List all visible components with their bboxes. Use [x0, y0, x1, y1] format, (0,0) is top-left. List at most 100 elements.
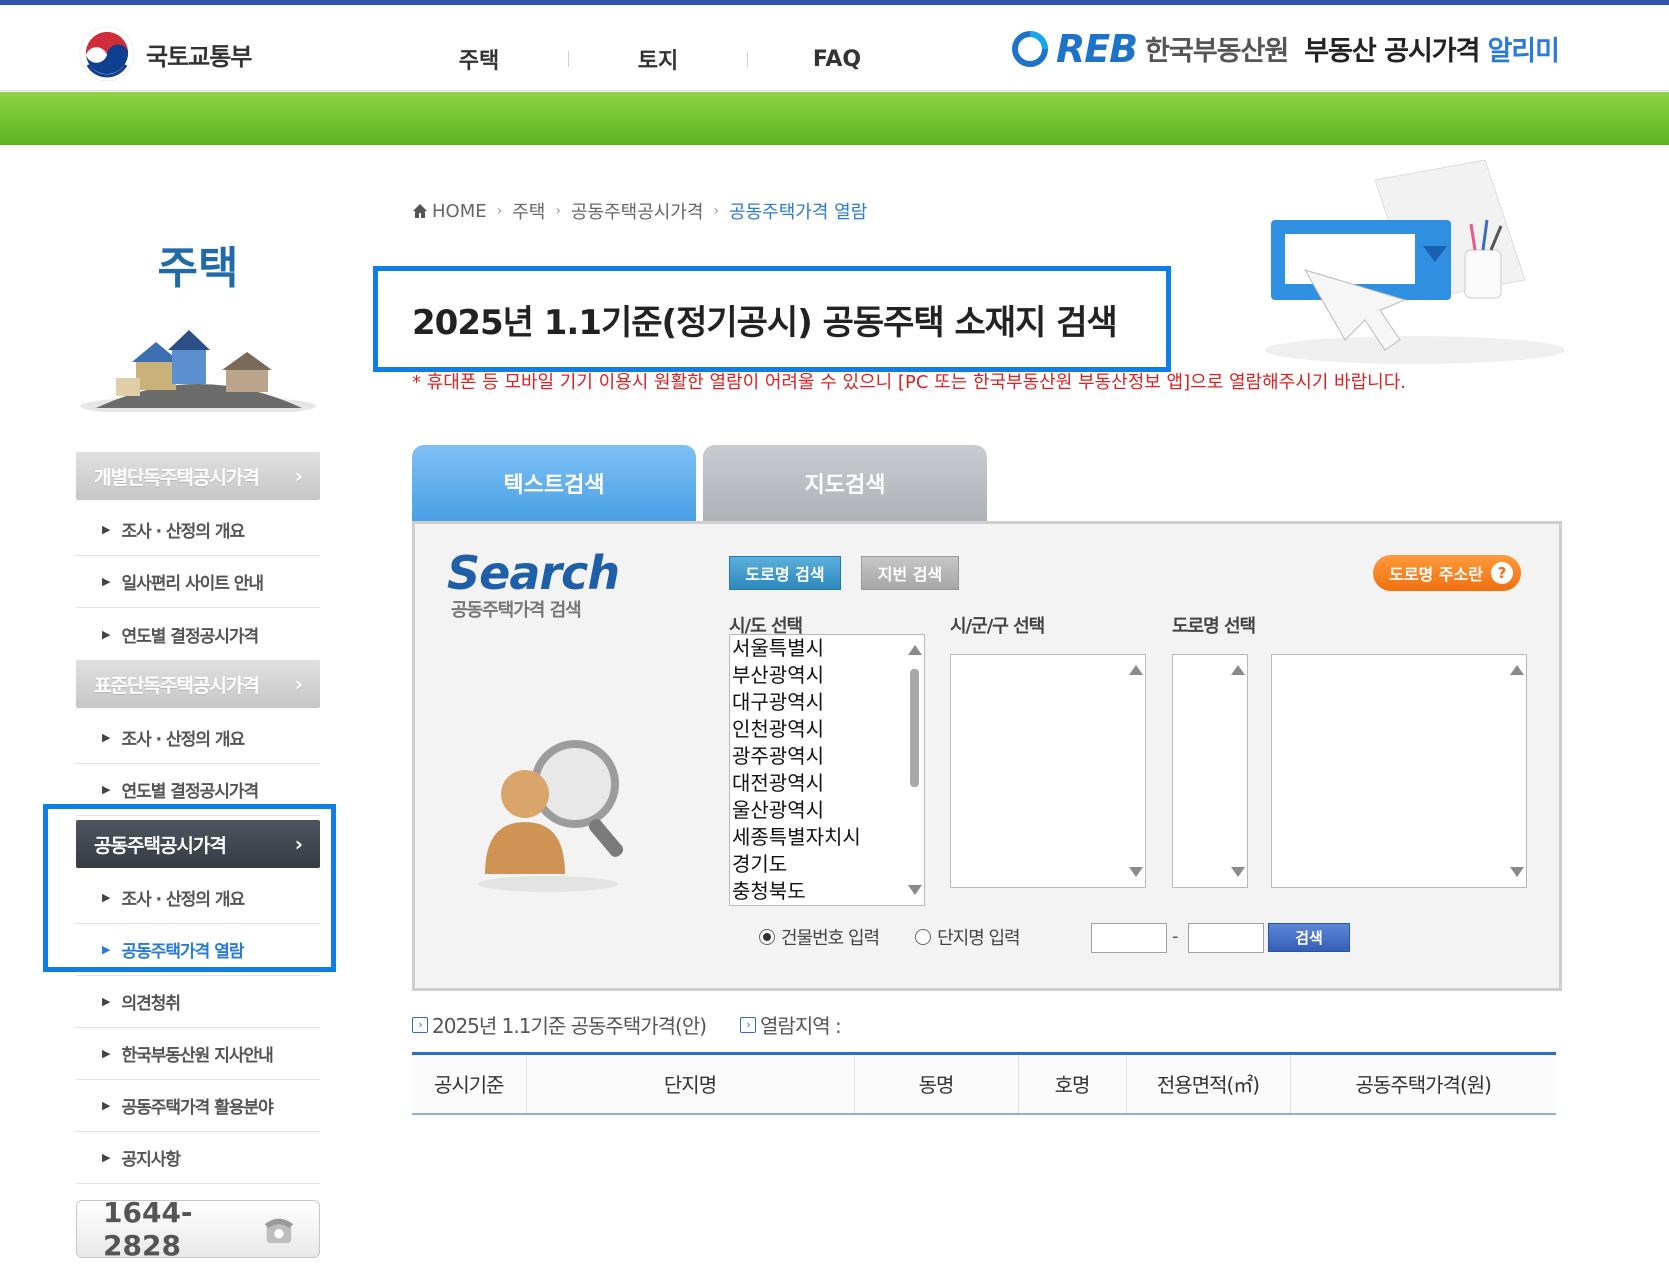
road-name-scrollbar[interactable]	[1506, 655, 1526, 887]
sidebar-item-opinion-hearing[interactable]: ▶ 의견청취	[76, 976, 320, 1028]
sidebar-item-price-usage[interactable]: ▶ 공동주택가격 활용분야	[76, 1080, 320, 1132]
breadcrumb-item[interactable]: 공동주택공시가격	[571, 198, 703, 224]
sidebar-item-notices[interactable]: ▶ 공지사항	[76, 1132, 320, 1184]
sidebar-item-ilsa-site[interactable]: ▶ 일사편리 사이트 안내	[76, 556, 320, 608]
sidebar-item-survey-overview[interactable]: ▶ 조사 · 산정의 개요	[76, 504, 320, 556]
sidebar-item-survey-overview[interactable]: ▶ 조사 · 산정의 개요	[76, 872, 320, 924]
nav-item-faq[interactable]: FAQ	[778, 47, 896, 72]
sido-scrollbar[interactable]	[904, 635, 924, 905]
building-sub-number-input[interactable]	[1188, 923, 1264, 953]
building-main-number-input[interactable]	[1091, 923, 1167, 953]
sidebar-group-standard-house[interactable]: 표준단독주택공시가격 ›	[76, 660, 320, 708]
arrow-box-icon: ›	[412, 1016, 428, 1033]
scroll-down-icon[interactable]	[1129, 867, 1143, 877]
mobile-notice: * 휴대폰 등 모바일 기기 이용시 원활한 열람이 어려울 수 있으니 [PC…	[412, 372, 1407, 393]
sidebar-item-survey-overview[interactable]: ▶ 조사 · 산정의 개요	[76, 712, 320, 764]
nav-item-housing[interactable]: 주택	[420, 43, 538, 75]
arrow-right-icon: ▶	[102, 1151, 111, 1164]
jibun-search-button[interactable]: 지번 검색	[861, 556, 959, 590]
reb-logo[interactable]: REB 한국부동산원 부동산 공시가격 알리미	[1011, 29, 1560, 68]
sidebar-group-individual-house[interactable]: 개별단독주택공시가격 ›	[76, 452, 320, 500]
houses-illustration	[80, 330, 316, 412]
sidebar-item-label: 한국부동산원 지사안내	[121, 1046, 273, 1066]
sidebar-title: 주택	[157, 243, 239, 294]
arrow-right-icon: ▶	[102, 731, 111, 744]
input-type-radio-group: 건물번호 입력 단지명 입력	[759, 924, 1056, 950]
green-banner-bar	[0, 92, 1669, 145]
sidebar-item-label: 공동주택가격 열람	[121, 942, 244, 962]
page-title: 2025년 1.1기준(정기공시) 공동주택 소재지 검색	[412, 303, 1118, 343]
sidebar-item-yearly-price[interactable]: ▶ 연도별 결정공시가격	[76, 764, 320, 816]
sidebar-group-label: 개별단독주택공시가격	[94, 466, 260, 489]
arrow-right-icon: ▶	[102, 943, 111, 956]
main-nav: 주택 토지 FAQ	[420, 43, 896, 75]
scroll-down-icon[interactable]	[908, 885, 922, 895]
site-title-accent: 알리미	[1487, 36, 1560, 67]
site-header: 국토교통부 주택 토지 FAQ REB 한국부동산원 부동산 공시가격 알리미	[0, 5, 1669, 91]
building-number-radio[interactable]	[759, 929, 775, 945]
scroll-down-icon[interactable]	[1231, 867, 1245, 877]
road-address-help-label: 도로명 주소란	[1389, 565, 1483, 584]
scroll-thumb[interactable]	[910, 669, 919, 787]
sido-option[interactable]: 광주광역시	[730, 743, 924, 770]
column-header: 공시기준	[412, 1053, 527, 1114]
breadcrumb-home[interactable]: HOME	[432, 201, 487, 222]
breadcrumb-item[interactable]: 주택	[512, 198, 545, 224]
tab-map-search[interactable]: 지도검색	[703, 445, 987, 521]
road-address-help-button[interactable]: 도로명 주소란 ?	[1373, 555, 1521, 591]
search-button[interactable]: 검색	[1268, 923, 1350, 952]
arrow-right-icon: ▶	[102, 783, 111, 796]
arrow-right-icon: ▶	[102, 1099, 111, 1112]
chevron-right-icon: ›	[294, 464, 303, 488]
sido-option[interactable]: 인천광역시	[730, 716, 924, 743]
breadcrumb-current: 공동주택가격 열람	[729, 202, 868, 223]
arrow-right-icon: ▶	[102, 1047, 111, 1060]
column-header: 전용면적(㎡)	[1126, 1053, 1291, 1114]
tab-text-search[interactable]: 텍스트검색	[412, 445, 696, 521]
sidebar-item-label: 일사편리 사이트 안내	[121, 574, 264, 594]
sidebar-group-label: 공동주택공시가격	[94, 834, 227, 857]
road-name-select[interactable]	[1271, 654, 1527, 888]
sido-option[interactable]: 대구광역시	[730, 689, 924, 716]
sido-option[interactable]: 울산광역시	[730, 797, 924, 824]
sigungu-scrollbar[interactable]	[1125, 655, 1145, 887]
road-initial-select[interactable]	[1172, 654, 1248, 888]
road-initial-scrollbar[interactable]	[1227, 655, 1247, 887]
sidebar-group-apartment[interactable]: 공동주택공시가격 ›	[76, 820, 320, 868]
sido-option[interactable]: 대전광역시	[730, 770, 924, 797]
sido-option[interactable]: 세종특별자치시	[730, 824, 924, 851]
sidebar-item-label: 조사 · 산정의 개요	[121, 890, 245, 910]
complex-name-radio-label[interactable]: 단지명 입력	[937, 924, 1021, 950]
nav-divider	[747, 51, 748, 67]
sidebar-group-label: 표준단독주택공시가격	[94, 674, 260, 697]
sido-option[interactable]: 충청북도	[730, 878, 924, 905]
taegeuk-emblem-icon	[79, 26, 135, 82]
scroll-down-icon[interactable]	[1510, 867, 1524, 877]
sidebar-item-branch-info[interactable]: ▶ 한국부동산원 지사안내	[76, 1028, 320, 1080]
sidebar-item-label: 의견청취	[121, 994, 181, 1014]
arrow-right-icon: ▶	[102, 575, 111, 588]
sido-option[interactable]: 경기도	[730, 851, 924, 878]
scroll-up-icon[interactable]	[908, 645, 922, 655]
home-icon	[413, 204, 427, 218]
building-number-radio-label[interactable]: 건물번호 입력	[781, 924, 880, 950]
sido-select[interactable]: 서울특별시 부산광역시 대구광역시 인천광역시 광주광역시 대전광역시 울산광역…	[729, 634, 925, 906]
sido-option[interactable]: 서울특별시	[730, 635, 924, 662]
column-header: 공동주택가격(원)	[1355, 1073, 1492, 1098]
complex-name-radio[interactable]	[915, 929, 932, 945]
scroll-up-icon[interactable]	[1510, 665, 1524, 675]
nav-item-land[interactable]: 토지	[599, 43, 717, 75]
customer-phone-box: 1644-2828	[76, 1196, 320, 1262]
scroll-up-icon[interactable]	[1129, 665, 1143, 675]
sidebar-item-apartment-price-view[interactable]: ▶ 공동주택가격 열람	[76, 924, 320, 976]
reb-org-name: 한국부동산원	[1145, 36, 1289, 67]
sido-option[interactable]: 부산광역시	[730, 662, 924, 689]
road-name-search-button[interactable]: 도로명 검색	[729, 556, 841, 590]
scroll-up-icon[interactable]	[1231, 665, 1245, 675]
sidebar-item-yearly-price[interactable]: ▶ 연도별 결정공시가격	[76, 608, 320, 660]
result-region-label: 열람지역 :	[760, 1014, 842, 1038]
sigungu-select[interactable]	[950, 654, 1146, 888]
arrow-right-icon: ▶	[102, 627, 111, 641]
ministry-logo[interactable]: 국토교통부	[78, 25, 252, 83]
sidebar-item-label: 조사 · 산정의 개요	[121, 730, 245, 750]
